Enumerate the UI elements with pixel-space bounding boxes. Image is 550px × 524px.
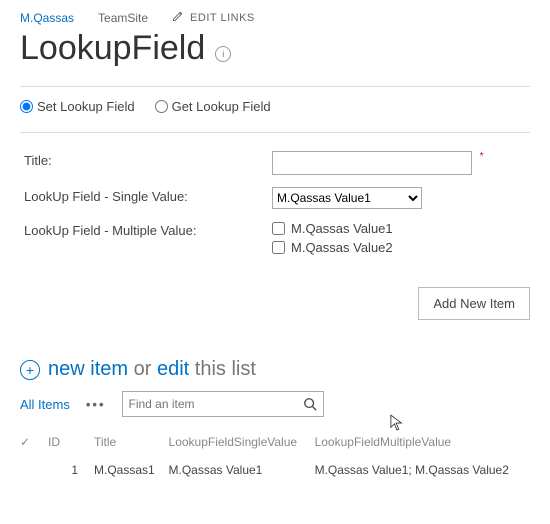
get-lookup-radio-label: Get Lookup Field (172, 99, 271, 114)
set-lookup-radio-label: Set Lookup Field (37, 99, 135, 114)
page-title: LookupField (20, 29, 205, 68)
col-check-header[interactable]: ✓ (20, 429, 48, 455)
more-views-icon[interactable]: ••• (86, 397, 106, 412)
multi-option-1-checkbox[interactable] (272, 222, 285, 235)
new-item-rest: this list (195, 358, 256, 380)
multi-option-1[interactable]: M.Qassas Value1 (272, 221, 526, 236)
items-table: ✓ ID Title LookupFieldSingleValue Lookup… (20, 429, 530, 485)
title-input[interactable] (272, 151, 472, 175)
new-item-link[interactable]: new item (48, 358, 128, 380)
multi-field-label: LookUp Field - Multiple Value: (20, 215, 268, 265)
add-new-item-button[interactable]: Add New Item (418, 287, 530, 320)
table-row[interactable]: 1 M.Qassas1 M.Qassas Value1 M.Qassas Val… (20, 455, 530, 485)
breadcrumb-site[interactable]: TeamSite (98, 11, 148, 25)
plus-icon[interactable]: + (20, 360, 40, 380)
edit-links-button[interactable]: EDIT LINKS (172, 10, 255, 25)
separator (20, 86, 530, 87)
multi-option-1-label: M.Qassas Value1 (291, 221, 393, 236)
row-multi-cell[interactable]: M.Qassas Value1; M.Qassas Value2 (315, 455, 530, 485)
col-title-header[interactable]: Title (94, 429, 169, 455)
edit-list-link[interactable]: edit (157, 358, 189, 380)
info-icon[interactable]: i (215, 46, 231, 62)
breadcrumb-root[interactable]: M.Qassas (20, 11, 74, 25)
new-item-or: or (134, 358, 152, 380)
single-field-label: LookUp Field - Single Value: (20, 181, 268, 215)
search-input[interactable] (123, 397, 297, 411)
multi-option-2-label: M.Qassas Value2 (291, 240, 393, 255)
separator (20, 132, 530, 133)
get-lookup-radio-input[interactable] (155, 100, 168, 113)
col-id-header[interactable]: ID (48, 429, 94, 455)
multi-option-2[interactable]: M.Qassas Value2 (272, 240, 526, 255)
row-single-cell[interactable]: M.Qassas Value1 (169, 455, 315, 485)
single-value-select[interactable]: M.Qassas Value1 (272, 187, 422, 209)
breadcrumb: M.Qassas TeamSite EDIT LINKS (20, 0, 530, 25)
current-view-link[interactable]: All Items (20, 397, 70, 412)
search-icon[interactable] (297, 397, 323, 411)
row-check-cell[interactable] (20, 455, 48, 485)
row-id-cell[interactable]: 1 (48, 455, 94, 485)
search-box (122, 391, 324, 417)
mode-radio-group: Set Lookup Field Get Lookup Field (20, 99, 530, 114)
set-lookup-radio-input[interactable] (20, 100, 33, 113)
table-header-row: ✓ ID Title LookupFieldSingleValue Lookup… (20, 429, 530, 455)
col-single-header[interactable]: LookupFieldSingleValue (169, 429, 315, 455)
set-lookup-radio[interactable]: Set Lookup Field (20, 99, 135, 114)
title-field-label: Title: (20, 145, 268, 181)
multi-option-2-checkbox[interactable] (272, 241, 285, 254)
col-multi-header[interactable]: LookupFieldMultipleValue (315, 429, 530, 455)
pencil-icon (172, 10, 184, 25)
new-item-row: + new item or edit this list (20, 358, 530, 381)
row-title-cell[interactable]: M.Qassas1 (94, 455, 169, 485)
required-star-icon: * (480, 151, 484, 162)
edit-links-label: EDIT LINKS (190, 12, 255, 24)
get-lookup-radio[interactable]: Get Lookup Field (155, 99, 271, 114)
multi-value-checklist: M.Qassas Value1 M.Qassas Value2 (272, 221, 526, 255)
